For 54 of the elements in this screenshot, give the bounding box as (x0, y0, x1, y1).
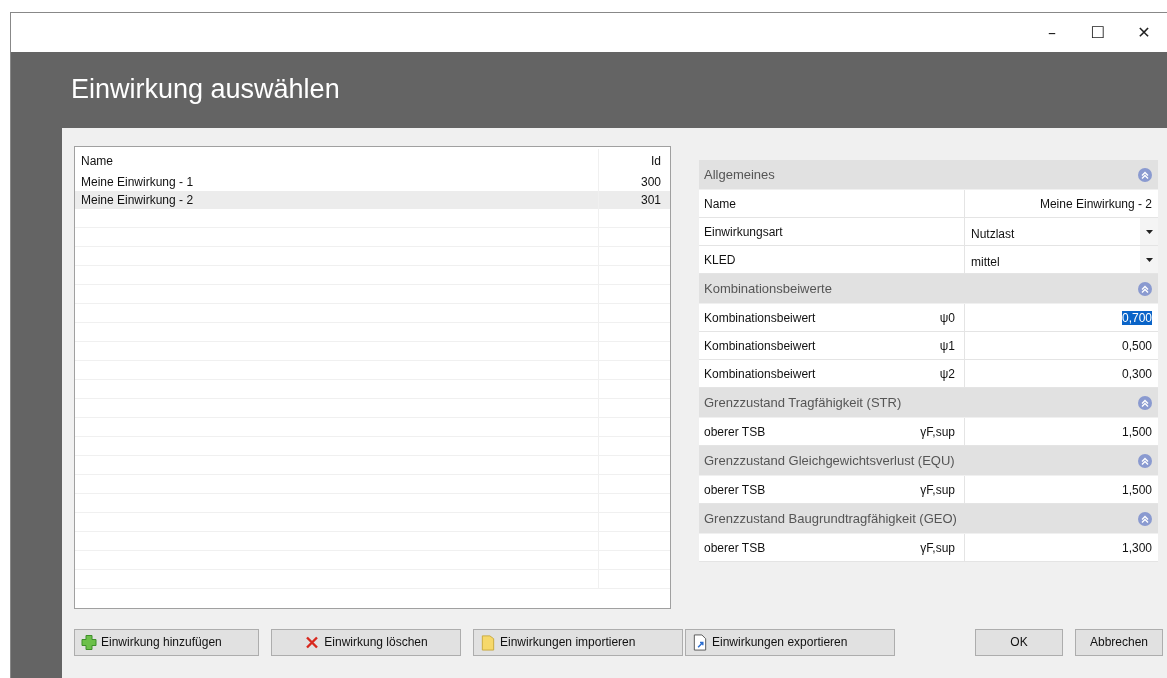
value-field[interactable]: 1,500 (1121, 424, 1152, 439)
column-header[interactable]: Name (75, 149, 598, 173)
dropdown-field[interactable]: mittel (965, 250, 1000, 269)
list-row[interactable]: Meine Einwirkung - 2 301 (75, 191, 670, 209)
section-header[interactable]: Allgemeines (699, 160, 1158, 190)
property-symbol: γF,sup (920, 424, 956, 439)
window-control-button[interactable]: ☐ (1075, 13, 1121, 52)
property-symbol: γF,sup (920, 540, 956, 555)
caret-icon (1145, 257, 1153, 262)
dropdown-button[interactable] (1140, 218, 1158, 245)
caret-icon (1145, 229, 1153, 234)
section-header[interactable]: Grenzzustand Tragfähigkeit (STR) (699, 388, 1158, 418)
document-icon (692, 633, 708, 651)
value-field[interactable]: 1,500 (1121, 482, 1152, 497)
property-symbol: ψ1 (939, 338, 956, 353)
value-field[interactable]: 1,300 (1121, 540, 1152, 555)
section-header[interactable]: Grenzzustand Baugrundtragfähigkeit (GEO) (699, 504, 1158, 534)
plus-icon (81, 633, 97, 651)
collapse-icon[interactable] (1138, 395, 1152, 410)
collapse-icon[interactable] (1138, 453, 1152, 468)
property-label: Kombinationsbeiwert (704, 366, 816, 381)
window-title: Einwirkung auswählen (71, 74, 340, 106)
value-field[interactable]: 0,700 (1121, 310, 1152, 325)
value-field[interactable]: Meine Einwirkung - 2 (1039, 196, 1152, 211)
action-button[interactable]: Einwirkungen exportieren (685, 628, 895, 656)
section-header[interactable]: Kombinationsbeiwerte (699, 274, 1158, 304)
collapse-icon[interactable] (1138, 281, 1152, 296)
property-symbol: ψ0 (939, 310, 956, 325)
property-symbol: ψ2 (939, 366, 956, 381)
column-header[interactable]: Id (598, 149, 670, 173)
window-control-button[interactable]: – (1029, 13, 1075, 52)
property-label: Einwirkungsart (704, 224, 783, 239)
property-label: KLED (704, 252, 736, 267)
dropdown-field[interactable]: Nutzlast (965, 222, 1015, 241)
property-label: Kombinationsbeiwert (704, 338, 816, 353)
action-button[interactable]: Einwirkungen importieren (473, 628, 683, 656)
folder-icon (480, 633, 496, 651)
dropdown-button[interactable] (1140, 246, 1158, 273)
value-field[interactable]: 0,500 (1121, 338, 1152, 353)
property-label: oberer TSB (704, 540, 766, 555)
section-header[interactable]: Grenzzustand Gleichgewichtsverlust (EQU) (699, 446, 1158, 476)
property-label: Name (704, 196, 736, 211)
property-label: oberer TSB (704, 482, 766, 497)
property-label: oberer TSB (704, 424, 766, 439)
dialog-button[interactable]: OK (975, 628, 1063, 656)
dialog-button[interactable]: Abbrechen (1075, 628, 1163, 656)
collapse-icon[interactable] (1138, 511, 1152, 526)
action-button[interactable]: Einwirkung hinzufügen (74, 628, 259, 656)
property-label: Kombinationsbeiwert (704, 310, 816, 325)
action-button[interactable]: Einwirkung löschen (271, 628, 461, 656)
property-symbol: γF,sup (920, 482, 956, 497)
value-field[interactable]: 0,300 (1121, 366, 1152, 381)
window-control-button[interactable]: ✕ (1121, 13, 1167, 52)
collapse-icon[interactable] (1138, 167, 1152, 182)
